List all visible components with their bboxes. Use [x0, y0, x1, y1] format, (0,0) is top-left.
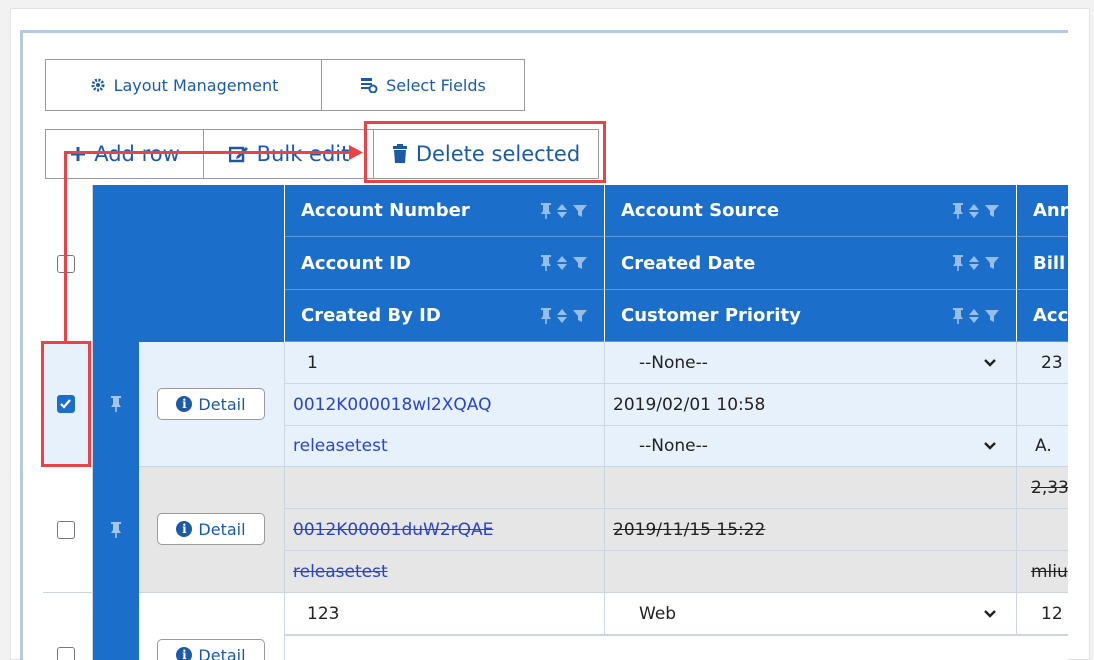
connector-arrowhead — [349, 145, 363, 160]
row-2-created-date: 2019/11/15 15:22 — [605, 509, 1017, 551]
edit-icon — [228, 146, 248, 163]
action-column-header — [139, 185, 285, 342]
column-tools — [540, 307, 588, 324]
select-all-header — [43, 185, 93, 342]
row-1-pin-cell — [93, 342, 139, 467]
grid-panel: Layout Management Select Fields Add row … — [20, 30, 1068, 660]
table-settings-icon — [361, 78, 378, 93]
row-2-detail-button[interactable]: i Detail — [157, 513, 265, 545]
layout-management-label: Layout Management — [113, 75, 279, 95]
select-fields-button[interactable]: Select Fields — [321, 59, 525, 111]
gear-icon — [91, 78, 105, 92]
pin-column-header — [93, 185, 139, 342]
filter-icon[interactable] — [572, 255, 588, 271]
row-2-billing[interactable] — [1017, 509, 1068, 551]
header-account-source[interactable]: Account Source — [605, 185, 1017, 237]
row-1-account-source-select[interactable]: --None-- — [605, 342, 1017, 384]
header-annual-revenue[interactable]: Anr — [1017, 185, 1068, 237]
delete-selected-label: Delete selected — [415, 142, 581, 166]
row-1-annual-revenue[interactable]: 23 — [1017, 342, 1068, 384]
row-3-checkbox[interactable] — [57, 647, 75, 660]
column-tools — [952, 255, 1000, 271]
row-1-checkbox[interactable] — [57, 395, 75, 413]
bulk-edit-label: Bulk edit — [256, 142, 350, 166]
row-3-account-number[interactable]: 123 — [285, 593, 605, 635]
info-icon: i — [176, 521, 193, 537]
trash-icon — [392, 144, 407, 163]
pin-icon[interactable] — [952, 255, 964, 271]
header-billing[interactable]: Bill — [1017, 237, 1068, 290]
row-3-account-source-select[interactable]: Web — [605, 593, 1017, 635]
connector-horizontal — [64, 151, 354, 154]
row-1-action-cell: i Detail — [139, 342, 285, 467]
pin-icon[interactable] — [952, 202, 964, 219]
column-tools — [952, 202, 1000, 219]
row-2-annual-revenue[interactable]: 2,33 — [1017, 467, 1068, 509]
column-tools — [540, 202, 588, 219]
row-2-account[interactable]: mliu — [1017, 551, 1068, 593]
row-1-created-date: 2019/02/01 10:58 — [605, 384, 1017, 426]
row-1-customer-priority-select[interactable]: --None-- — [605, 426, 1017, 467]
filter-icon[interactable] — [984, 203, 1000, 219]
header-created-date[interactable]: Created Date — [605, 237, 1017, 290]
row-1-account-id[interactable]: 0012K000018wl2XQAQ — [285, 384, 605, 426]
row-2-account-id[interactable]: 0012K00001duW2rQAE — [285, 509, 605, 551]
header-customer-priority[interactable]: Customer Priority — [605, 290, 1017, 342]
sort-icon[interactable] — [556, 255, 568, 271]
row-1-select-cell — [43, 342, 93, 467]
sort-icon[interactable] — [968, 308, 980, 324]
chevron-down-icon — [984, 358, 996, 367]
header-created-by-id[interactable]: Created By ID — [285, 290, 605, 342]
row-2-pin-cell — [93, 467, 139, 593]
row-3-pin-cell — [93, 593, 139, 660]
row-2-customer-priority[interactable] — [605, 551, 1017, 593]
row-2-checkbox[interactable] — [57, 521, 75, 539]
row-1-billing[interactable] — [1017, 384, 1068, 426]
row-1-account[interactable]: A. — [1017, 426, 1068, 467]
row-2-account-source[interactable] — [605, 467, 1017, 509]
pin-icon[interactable] — [540, 202, 552, 219]
chevron-down-icon — [984, 609, 996, 618]
add-row-button[interactable]: Add row — [45, 129, 205, 179]
filter-icon[interactable] — [984, 308, 1000, 324]
sort-icon[interactable] — [968, 255, 980, 271]
column-tools — [540, 255, 588, 271]
select-fields-label: Select Fields — [386, 75, 486, 95]
row-3-annual-revenue[interactable]: 12 — [1017, 593, 1068, 635]
column-tools — [952, 307, 1000, 324]
row-3-lower-fill — [285, 635, 1068, 660]
pin-icon[interactable] — [540, 307, 552, 324]
row-2-select-cell — [43, 467, 93, 593]
pin-icon[interactable] — [952, 307, 964, 324]
sort-icon[interactable] — [556, 308, 568, 324]
sort-icon[interactable] — [556, 203, 568, 219]
row-1-account-number[interactable]: 1 — [285, 342, 605, 384]
filter-icon[interactable] — [572, 203, 588, 219]
add-row-label: Add row — [94, 142, 180, 166]
connector-vertical — [64, 151, 67, 341]
row-2-action-cell: i Detail — [139, 467, 285, 593]
plus-icon — [71, 147, 86, 161]
pin-icon[interactable] — [110, 396, 122, 412]
row-3-action-cell: i Detail — [139, 593, 285, 660]
header-account-number[interactable]: Account Number — [285, 185, 605, 237]
delete-selected-button[interactable]: Delete selected — [373, 129, 599, 179]
info-icon: i — [176, 647, 193, 660]
row-1-created-by-id[interactable]: releasetest — [285, 426, 605, 467]
chevron-down-icon — [984, 442, 996, 450]
pin-icon[interactable] — [540, 255, 552, 271]
filter-icon[interactable] — [572, 308, 588, 324]
info-icon: i — [176, 396, 193, 412]
header-account[interactable]: Acc — [1017, 290, 1068, 342]
filter-icon[interactable] — [984, 255, 1000, 271]
row-2-created-by-id[interactable]: releasetest — [285, 551, 605, 593]
layout-management-button[interactable]: Layout Management — [45, 59, 323, 111]
row-1-detail-button[interactable]: i Detail — [157, 388, 265, 420]
row-3-select-cell — [43, 593, 93, 660]
pin-icon[interactable] — [110, 522, 122, 538]
sort-icon[interactable] — [968, 203, 980, 219]
header-account-id[interactable]: Account ID — [285, 237, 605, 290]
row-3-detail-button[interactable]: i Detail — [157, 639, 265, 660]
row-2-account-number[interactable] — [285, 467, 605, 509]
